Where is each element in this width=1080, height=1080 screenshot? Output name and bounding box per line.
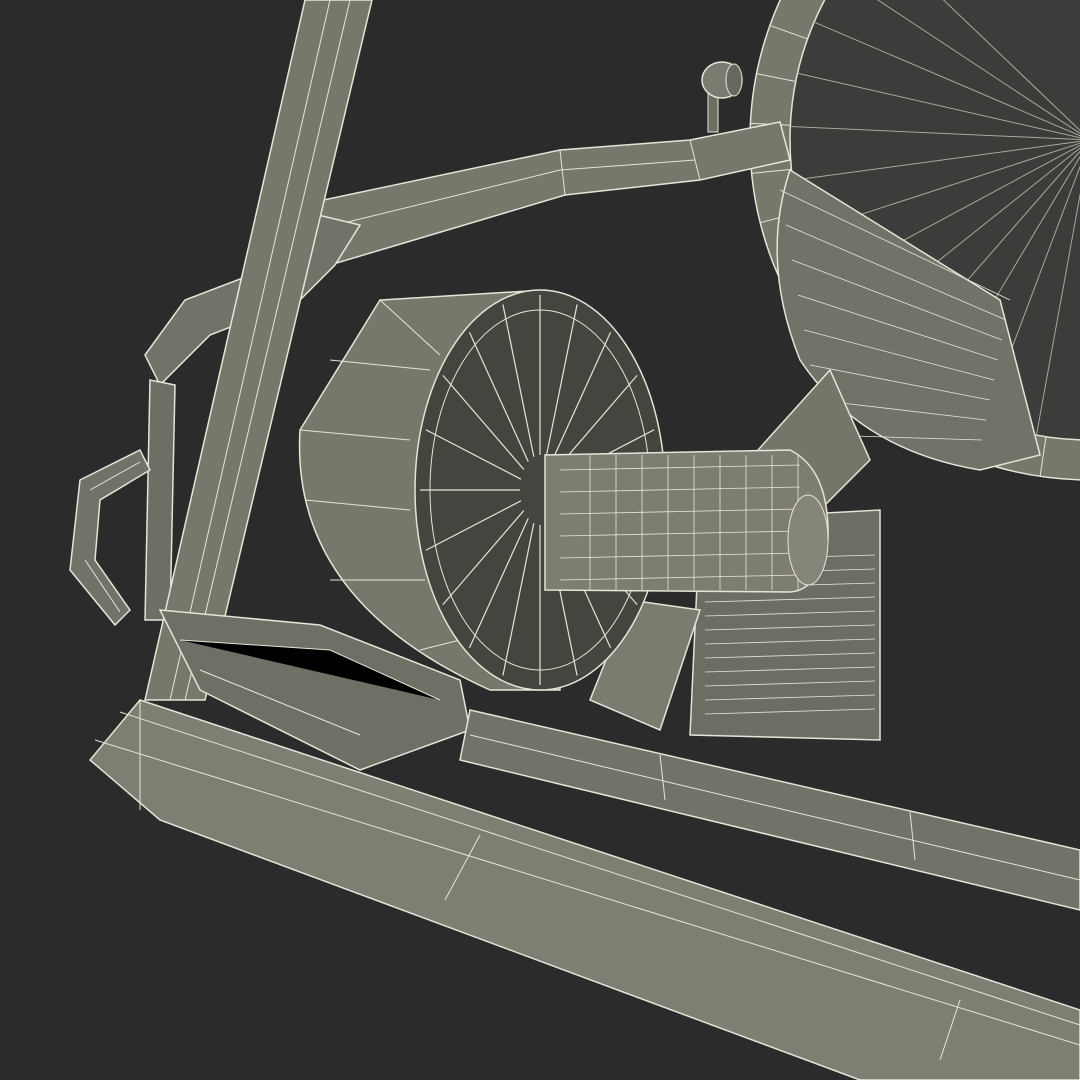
axle-cylinder bbox=[544, 449, 829, 593]
render-viewport bbox=[0, 0, 1080, 1080]
wireframe-scene bbox=[0, 0, 1080, 1080]
